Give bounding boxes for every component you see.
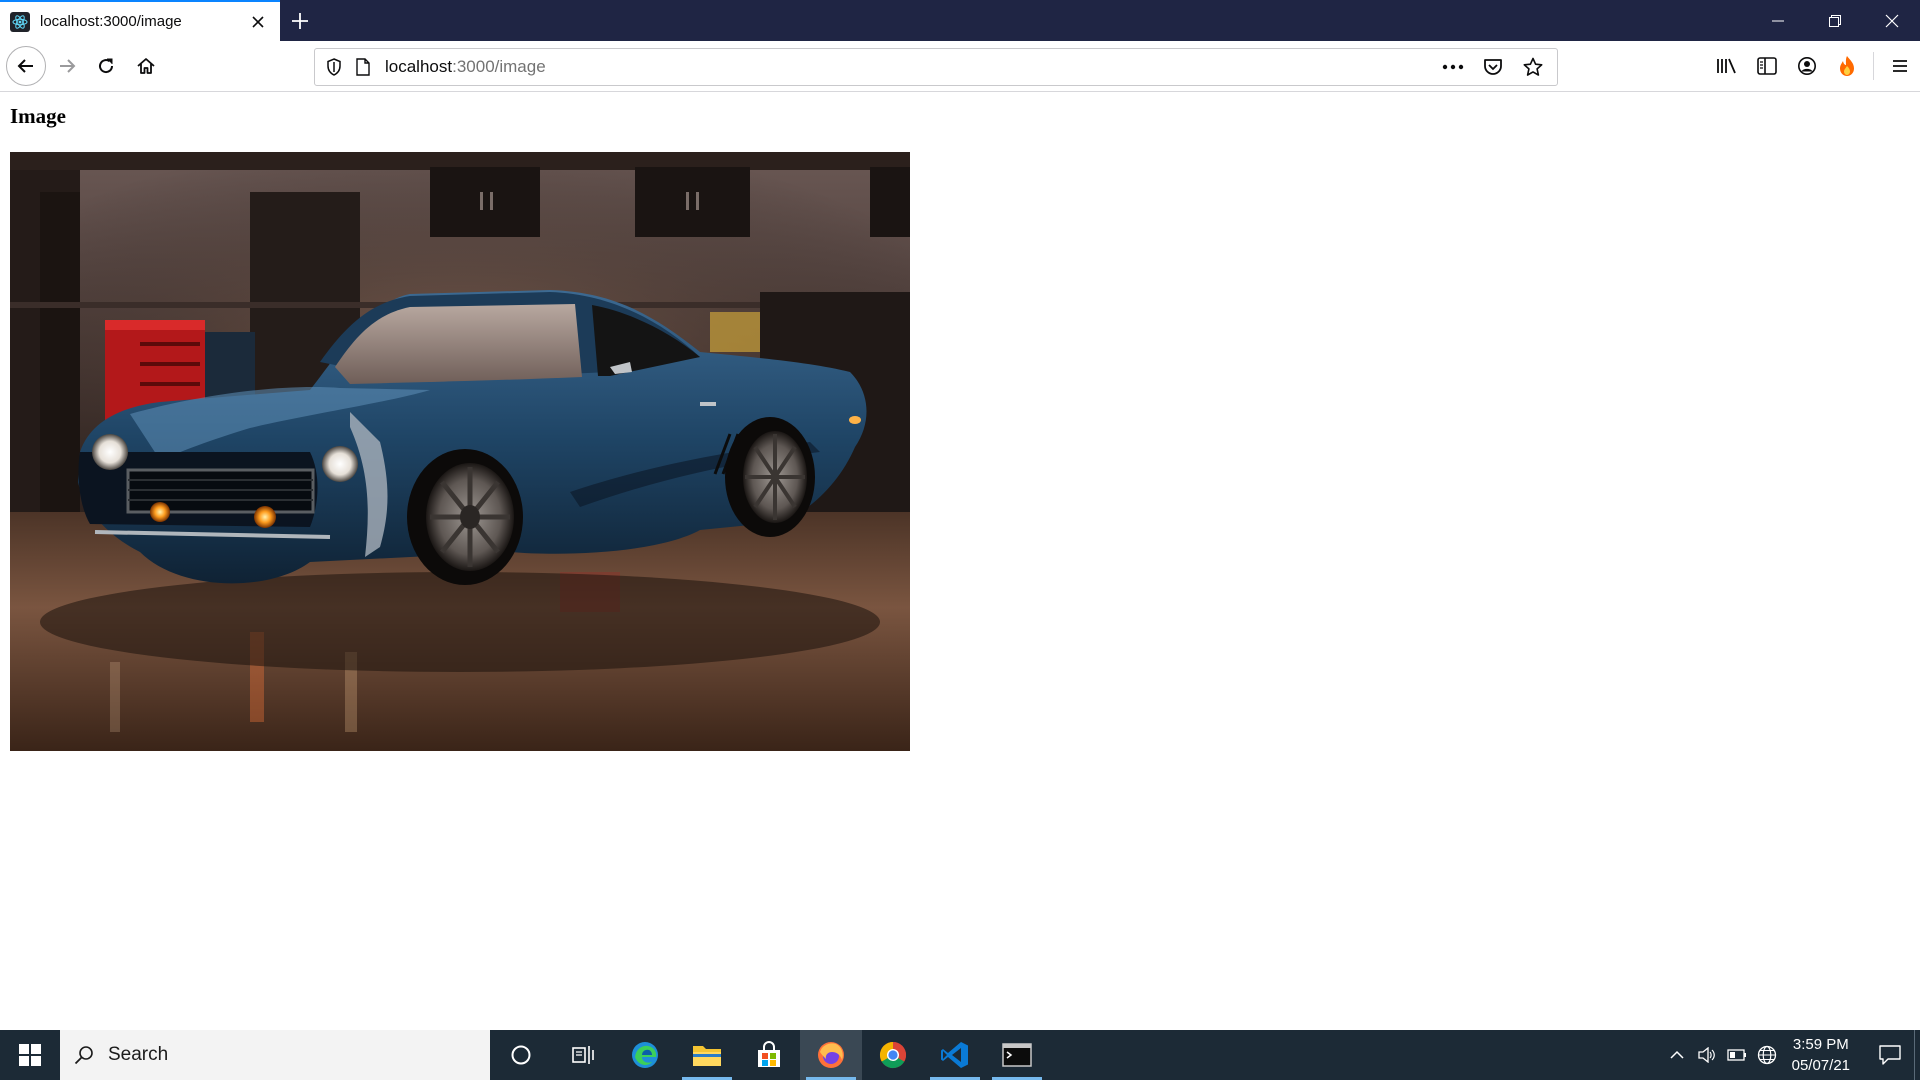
page-content: Image xyxy=(0,92,1920,1030)
page-title: Image xyxy=(10,104,66,128)
close-window-button[interactable] xyxy=(1863,0,1920,41)
fire-extension-icon xyxy=(1840,56,1854,76)
show-desktop-button[interactable] xyxy=(1914,1030,1920,1080)
close-tab-icon[interactable] xyxy=(246,10,270,34)
battery-button[interactable] xyxy=(1722,1030,1752,1080)
clock-date: 05/07/21 xyxy=(1791,1057,1850,1074)
task-view-icon xyxy=(572,1046,594,1064)
car-photo xyxy=(10,152,910,751)
minimize-button[interactable] xyxy=(1749,0,1806,41)
sidebar-button[interactable] xyxy=(1747,47,1787,85)
arrow-right-icon xyxy=(60,59,76,73)
file-explorer-taskbar-app[interactable] xyxy=(676,1030,738,1080)
vscode-icon xyxy=(941,1042,968,1068)
action-center-button[interactable] xyxy=(1866,1030,1914,1080)
chevron-up-icon xyxy=(1670,1050,1684,1059)
car-image xyxy=(10,152,910,751)
notification-icon xyxy=(1879,1045,1901,1065)
windows-logo-icon xyxy=(19,1044,41,1066)
address-bar[interactable]: localhost:3000/image xyxy=(314,48,1558,86)
cortana-icon xyxy=(511,1045,531,1065)
account-button[interactable] xyxy=(1787,47,1827,85)
system-tray: 3:59 PM 05/07/21 xyxy=(1662,1030,1920,1080)
start-button[interactable] xyxy=(0,1030,60,1080)
bookmark-button[interactable] xyxy=(1515,51,1551,83)
terminal-taskbar-app[interactable] xyxy=(986,1030,1048,1080)
vscode-taskbar-app[interactable] xyxy=(924,1030,986,1080)
account-icon xyxy=(1798,57,1816,75)
close-icon xyxy=(1885,14,1898,27)
store-taskbar-app[interactable] xyxy=(738,1030,800,1080)
toolbar-right xyxy=(1707,47,1920,85)
firefox-taskbar-app[interactable] xyxy=(800,1030,862,1080)
sidebar-icon xyxy=(1757,57,1777,75)
network-button[interactable] xyxy=(1752,1030,1782,1080)
arrow-left-icon xyxy=(17,59,33,73)
reload-button[interactable] xyxy=(87,47,125,85)
show-hidden-icons-button[interactable] xyxy=(1662,1030,1692,1080)
react-icon xyxy=(10,11,30,32)
toolbar-separator xyxy=(1873,52,1874,80)
search-icon xyxy=(74,1046,93,1065)
file-explorer-icon xyxy=(693,1046,721,1066)
pocket-icon xyxy=(1484,59,1502,75)
store-icon xyxy=(758,1041,780,1067)
window-controls xyxy=(1749,0,1920,41)
tab-title: localhost:3000/image xyxy=(40,13,182,30)
ellipsis-icon xyxy=(1442,64,1464,70)
restore-icon xyxy=(1828,14,1841,27)
plus-icon xyxy=(292,12,308,29)
edge-icon xyxy=(632,1042,658,1068)
restore-button[interactable] xyxy=(1806,0,1863,41)
speaker-icon xyxy=(1697,1047,1715,1063)
clock[interactable]: 3:59 PM 05/07/21 xyxy=(1782,1034,1866,1076)
extension-button[interactable] xyxy=(1827,47,1867,85)
tab-strip: localhost:3000/image xyxy=(0,0,1920,41)
tracking-shield-icon[interactable] xyxy=(319,58,349,76)
back-button[interactable] xyxy=(6,46,46,86)
task-view-button[interactable] xyxy=(552,1030,614,1080)
home-icon xyxy=(137,58,155,74)
chrome-taskbar-app[interactable] xyxy=(862,1030,924,1080)
library-button[interactable] xyxy=(1707,47,1747,85)
forward-button[interactable] xyxy=(48,47,86,85)
url-path: :3000/image xyxy=(452,57,546,76)
tab-active[interactable]: localhost:3000/image xyxy=(0,0,280,41)
url-text: localhost:3000/image xyxy=(385,57,546,77)
home-button[interactable] xyxy=(127,47,165,85)
clock-time: 3:59 PM xyxy=(1792,1036,1849,1053)
reload-icon xyxy=(99,58,114,74)
edge-taskbar-app[interactable] xyxy=(614,1030,676,1080)
cortana-button[interactable] xyxy=(490,1030,552,1080)
new-tab-button[interactable] xyxy=(280,0,320,41)
taskbar-search[interactable]: Search xyxy=(60,1030,490,1080)
pocket-button[interactable] xyxy=(1475,51,1511,83)
library-icon xyxy=(1717,58,1736,74)
minimize-icon xyxy=(1771,20,1784,21)
terminal-icon xyxy=(1002,1043,1032,1067)
app-menu-button[interactable] xyxy=(1880,47,1920,85)
search-placeholder: Search xyxy=(108,1044,169,1065)
page-actions-button[interactable] xyxy=(1435,51,1471,83)
chrome-icon xyxy=(879,1041,907,1069)
page-info-icon[interactable] xyxy=(351,58,375,76)
volume-button[interactable] xyxy=(1692,1030,1722,1080)
star-icon xyxy=(1523,57,1543,76)
windows-taskbar: Search 3:59 PM 05/07/21 xyxy=(0,1030,1920,1080)
battery-icon xyxy=(1726,1049,1746,1061)
globe-icon xyxy=(1757,1045,1776,1065)
url-host: localhost xyxy=(385,57,453,76)
hamburger-menu-icon xyxy=(1893,60,1907,72)
navigation-toolbar: localhost:3000/image xyxy=(0,41,1920,92)
firefox-icon xyxy=(818,1042,844,1068)
